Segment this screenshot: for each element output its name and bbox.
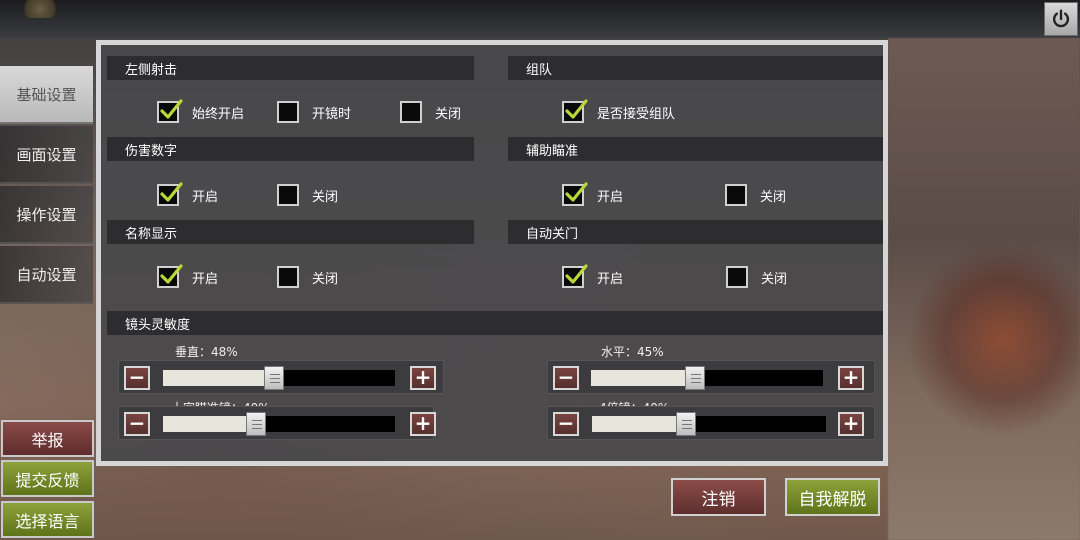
section-title: 名称显示 [125,226,178,242]
section-header-damage-numbers: 伤害数字 [107,137,474,161]
section-title: 伤害数字 [125,143,178,159]
option-label: 开镜时 [312,106,352,122]
option-label: 关闭 [312,271,339,287]
slider-thumb[interactable] [245,412,266,436]
checkbox[interactable] [725,184,747,206]
checkbox[interactable] [157,264,183,288]
increase-button[interactable]: + [410,412,436,436]
option-label: 关闭 [312,189,339,205]
nav-item-auto[interactable]: 自动设置 [0,246,93,304]
option-left-fire-off[interactable]: 关闭 [400,101,461,123]
section-header-aim-assist: 辅助瞄准 [508,137,883,161]
option-auto-door-on[interactable]: 开启 [562,264,624,288]
checkmark-icon [160,182,183,202]
checkbox[interactable] [157,182,183,206]
checkbox[interactable] [726,266,748,288]
section-header-sensitivity: 镜头灵敏度 [107,311,883,335]
slider-label-vertical: 垂直：48% [175,345,238,359]
slider-fill [163,416,256,432]
decrease-button[interactable]: − [553,366,579,390]
slider-thumb[interactable] [685,366,706,390]
checkmark-icon [160,99,183,119]
option-label: 是否接受组队 [597,106,676,122]
power-icon [1052,9,1070,28]
section-header-left-fire: 左侧射击 [107,56,474,80]
option-damage-off[interactable]: 关闭 [277,184,338,206]
checkbox[interactable] [157,99,183,123]
option-label: 开启 [597,189,624,205]
option-auto-door-off[interactable]: 关闭 [726,266,787,288]
power-button[interactable] [1044,2,1078,36]
slider-4x-scope: − + [547,406,875,440]
slider-horizontal: − + [547,360,875,394]
option-label: 始终开启 [192,106,245,122]
option-accept-team[interactable]: 是否接受组队 [562,99,676,123]
option-label: 关闭 [761,271,788,287]
checkmark-icon [565,99,588,119]
increase-button[interactable]: + [410,366,436,390]
option-label: 开启 [192,271,219,287]
slider-track[interactable] [163,366,395,390]
settings-nav: 基础设置 画面设置 操作设置 自动设置 [0,66,93,306]
feedback-button[interactable]: 提交反馈 [1,460,94,497]
slider-crosshair: − + [118,406,436,440]
option-name-display-off[interactable]: 关闭 [277,266,338,288]
checkbox[interactable] [277,266,299,288]
increase-button[interactable]: + [838,366,864,390]
option-name-display-on[interactable]: 开启 [157,264,219,288]
nav-item-basic[interactable]: 基础设置 [0,66,93,124]
option-left-fire-scope[interactable]: 开镜时 [277,101,351,123]
checkmark-icon [160,264,183,284]
option-label: 开启 [597,271,624,287]
nav-item-graphics[interactable]: 画面设置 [0,126,93,184]
checkmark-icon [565,264,588,284]
checkmark-icon [565,182,588,202]
nav-item-controls[interactable]: 操作设置 [0,186,93,244]
option-left-fire-always[interactable]: 始终开启 [157,99,245,123]
slider-fill [163,370,275,386]
option-damage-on[interactable]: 开启 [157,182,219,206]
decrease-button[interactable]: − [553,412,579,436]
decrease-button[interactable]: − [124,412,150,436]
logout-button[interactable]: 注销 [671,478,766,516]
checkbox[interactable] [562,99,588,123]
checkbox[interactable] [562,182,588,206]
checkbox[interactable] [277,101,299,123]
slider-track[interactable] [592,412,826,436]
section-title: 镜头灵敏度 [125,317,191,333]
option-label: 关闭 [760,189,787,205]
slider-thumb[interactable] [264,366,285,390]
section-header-name-display: 名称显示 [107,220,474,244]
settings-panel: 左侧射击 始终开启 开镜时 关闭 组队 是否接受组队 伤害数字 开启 关闭 辅助… [96,40,888,466]
slider-fill [592,416,686,432]
checkbox[interactable] [277,184,299,206]
decrease-button[interactable]: − [124,366,150,390]
section-header-auto-close-door: 自动关门 [508,220,883,244]
option-label: 关闭 [435,106,462,122]
increase-button[interactable]: + [838,412,864,436]
background-scene [888,38,1080,540]
character-avatar-fragment [20,0,60,18]
section-title: 自动关门 [526,226,579,242]
checkbox[interactable] [400,101,422,123]
slider-track[interactable] [591,366,823,390]
slider-label-horizontal: 水平：45% [601,345,664,359]
slider-vertical: − + [118,360,444,394]
section-header-team: 组队 [508,56,883,80]
option-aim-assist-off[interactable]: 关闭 [725,184,786,206]
section-title: 组队 [526,62,553,78]
top-bar [0,0,1080,38]
language-button[interactable]: 选择语言 [1,501,94,538]
section-title: 辅助瞄准 [526,143,579,159]
slider-track[interactable] [163,412,395,436]
section-title: 左侧射击 [125,62,178,78]
report-button[interactable]: 举报 [1,420,94,457]
self-rescue-button[interactable]: 自我解脱 [785,478,880,516]
option-label: 开启 [192,189,219,205]
slider-thumb[interactable] [675,412,696,436]
slider-fill [591,370,696,386]
option-aim-assist-on[interactable]: 开启 [562,182,624,206]
checkbox[interactable] [562,264,588,288]
